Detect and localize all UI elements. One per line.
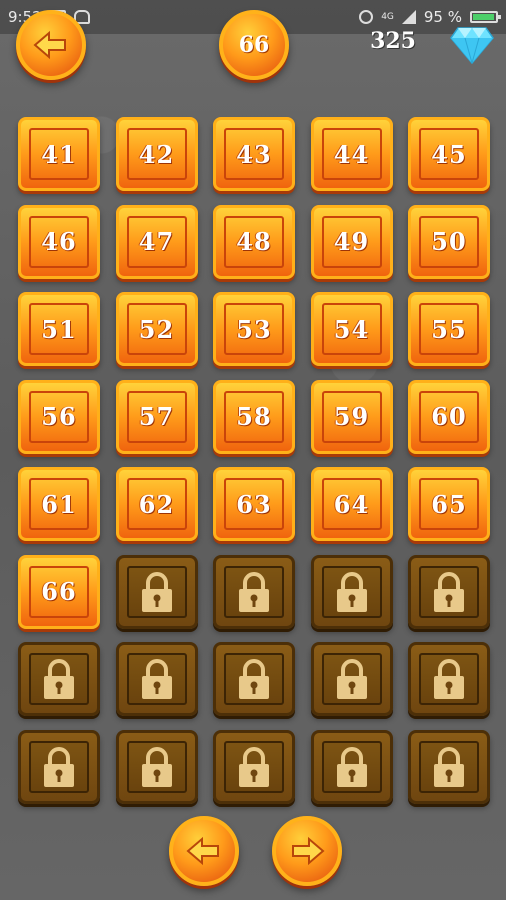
lock-icon bbox=[434, 659, 464, 699]
lock-icon bbox=[44, 746, 74, 787]
battery-percent: 95 % bbox=[423, 8, 462, 26]
level-number: 48 bbox=[236, 227, 272, 256]
diamond-icon bbox=[450, 27, 494, 64]
level-number: 41 bbox=[41, 139, 77, 169]
arrow-left-icon bbox=[33, 30, 66, 60]
level-number: 55 bbox=[431, 314, 467, 344]
level-tile[interactable]: 65 bbox=[408, 467, 490, 541]
back-button[interactable] bbox=[16, 10, 86, 80]
level-tile[interactable]: 62 bbox=[115, 467, 198, 541]
level-tile[interactable]: 51 bbox=[18, 292, 100, 366]
level-tile-locked bbox=[310, 642, 393, 716]
current-level-badge: 66 bbox=[219, 10, 289, 80]
level-tile[interactable]: 63 bbox=[213, 467, 295, 541]
lock-icon bbox=[336, 746, 367, 787]
level-tile-locked bbox=[408, 554, 490, 629]
level-tile-locked bbox=[310, 554, 393, 629]
level-tile[interactable]: 44 bbox=[310, 117, 393, 191]
level-tile-locked bbox=[115, 729, 198, 804]
level-tile[interactable]: 45 bbox=[408, 117, 490, 191]
current-level-number: 66 bbox=[238, 32, 270, 58]
level-number: 60 bbox=[431, 402, 467, 431]
level-tile[interactable]: 46 bbox=[18, 204, 100, 279]
level-grid: 41 42 43 44 45 46 47 48 49 50 51 52 53 54 55 56 57 58 59 60… bbox=[18, 117, 490, 804]
level-tile[interactable]: 59 bbox=[310, 379, 393, 454]
lock-icon bbox=[434, 571, 464, 612]
level-tile[interactable]: 54 bbox=[310, 292, 393, 366]
arrow-left-icon bbox=[186, 836, 219, 866]
level-number: 45 bbox=[431, 139, 467, 169]
lock-icon bbox=[141, 571, 172, 612]
level-tile[interactable]: 66 bbox=[18, 554, 100, 629]
level-tile[interactable]: 48 bbox=[213, 204, 295, 279]
level-tile[interactable]: 57 bbox=[115, 379, 198, 454]
level-number: 64 bbox=[333, 489, 370, 519]
level-tile[interactable]: 56 bbox=[18, 379, 100, 454]
level-number: 42 bbox=[138, 139, 175, 169]
level-tile-locked bbox=[408, 642, 490, 716]
level-tile[interactable]: 64 bbox=[310, 467, 393, 541]
next-page-button[interactable] bbox=[272, 816, 342, 886]
level-number: 56 bbox=[41, 402, 77, 431]
level-number: 57 bbox=[138, 402, 175, 431]
level-tile-locked bbox=[18, 729, 100, 804]
arrow-right-icon bbox=[292, 836, 325, 866]
level-tile[interactable]: 52 bbox=[115, 292, 198, 366]
signal-icon bbox=[401, 10, 416, 24]
level-tile[interactable]: 42 bbox=[115, 117, 198, 191]
level-tile-locked bbox=[213, 554, 295, 629]
level-number: 44 bbox=[333, 139, 370, 169]
gem-count: 325 bbox=[370, 28, 416, 54]
level-number: 49 bbox=[333, 227, 370, 256]
lock-icon bbox=[239, 571, 269, 612]
lock-icon bbox=[239, 659, 269, 699]
level-number: 59 bbox=[333, 402, 370, 431]
level-number: 61 bbox=[41, 489, 77, 519]
level-tile[interactable]: 47 bbox=[115, 204, 198, 279]
level-tile-locked bbox=[213, 642, 295, 716]
level-number: 43 bbox=[236, 139, 272, 169]
battery-icon bbox=[470, 11, 501, 23]
level-number: 47 bbox=[138, 227, 175, 256]
level-number: 46 bbox=[41, 227, 77, 256]
level-tile[interactable]: 50 bbox=[408, 204, 490, 279]
level-number: 51 bbox=[41, 314, 77, 344]
level-number: 62 bbox=[138, 489, 175, 519]
level-number: 52 bbox=[138, 314, 175, 344]
prev-page-button[interactable] bbox=[169, 816, 239, 886]
level-tile-locked bbox=[310, 729, 393, 804]
level-tile-locked bbox=[115, 554, 198, 629]
level-tile[interactable]: 41 bbox=[18, 117, 100, 191]
level-number: 58 bbox=[236, 402, 272, 431]
level-tile[interactable]: 60 bbox=[408, 379, 490, 454]
level-number: 66 bbox=[41, 577, 77, 606]
level-tile[interactable]: 55 bbox=[408, 292, 490, 366]
alarm-icon bbox=[359, 10, 374, 24]
lock-icon bbox=[141, 746, 172, 787]
level-tile-locked bbox=[18, 642, 100, 716]
level-number: 63 bbox=[236, 489, 272, 519]
level-tile-locked bbox=[213, 729, 295, 804]
lock-icon bbox=[44, 659, 74, 699]
level-number: 50 bbox=[431, 227, 467, 256]
level-tile[interactable]: 58 bbox=[213, 379, 295, 454]
level-number: 53 bbox=[236, 314, 272, 344]
level-number: 65 bbox=[431, 489, 467, 519]
lock-icon bbox=[336, 659, 367, 699]
lock-icon bbox=[434, 746, 464, 787]
level-tile-locked bbox=[408, 729, 490, 804]
lock-icon bbox=[336, 571, 367, 612]
level-tile-locked bbox=[115, 642, 198, 716]
lock-icon bbox=[239, 746, 269, 787]
lock-icon bbox=[141, 659, 172, 699]
level-tile[interactable]: 43 bbox=[213, 117, 295, 191]
level-tile[interactable]: 53 bbox=[213, 292, 295, 366]
level-tile[interactable]: 49 bbox=[310, 204, 393, 279]
level-tile[interactable]: 61 bbox=[18, 467, 100, 541]
network-label: 4G bbox=[381, 12, 394, 22]
level-number: 54 bbox=[333, 314, 370, 344]
